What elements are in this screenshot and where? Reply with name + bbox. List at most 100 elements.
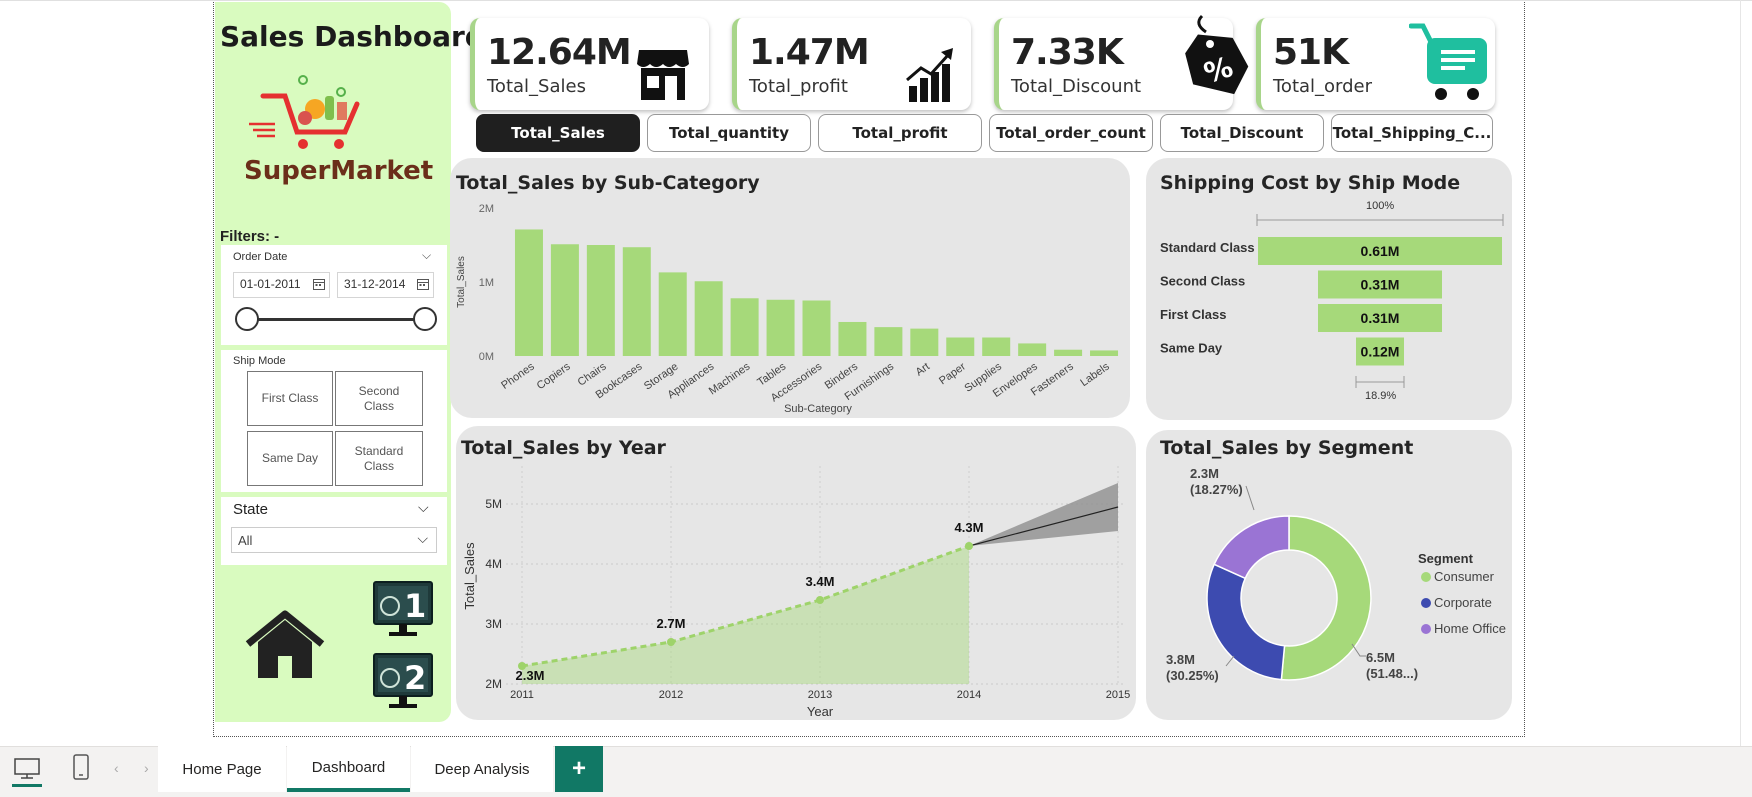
legend-marker bbox=[1421, 624, 1431, 634]
bar-copiers[interactable] bbox=[550, 244, 579, 356]
state-dropdown[interactable]: All ⌵ bbox=[231, 527, 437, 553]
desktop-layout-icon[interactable] bbox=[14, 756, 40, 782]
x-tick-label: 2011 bbox=[510, 689, 534, 701]
y-tick-label: 2M bbox=[485, 677, 502, 691]
y-tick-label: 0M bbox=[479, 351, 494, 363]
legend-marker bbox=[1421, 572, 1431, 582]
order-date-label: Order Date bbox=[233, 251, 288, 263]
supermarket-logo-icon bbox=[249, 75, 360, 149]
bar-bookcases[interactable] bbox=[622, 247, 651, 356]
subcategory-bar-chart: 0M 1M 2M Total_Sales Sub-Category PhonesCopie… bbox=[456, 203, 1119, 415]
discount-tag-icon: % bbox=[1185, 14, 1249, 95]
funnel-value-label: 0.31M bbox=[1361, 310, 1400, 326]
ship-mode-second-class[interactable]: Second Class bbox=[335, 371, 423, 426]
chevron-right-icon[interactable]: › bbox=[144, 760, 149, 776]
bar-appliances[interactable] bbox=[694, 281, 723, 356]
mobile-layout-icon[interactable] bbox=[72, 754, 90, 782]
tab-total-discount[interactable]: Total_Discount bbox=[1160, 114, 1324, 152]
segment-legend-title: Segment bbox=[1418, 551, 1473, 566]
page-tab-home-page[interactable]: Home Page bbox=[158, 746, 286, 792]
funnel-value-label: 0.12M bbox=[1361, 344, 1400, 360]
bar-phones[interactable] bbox=[514, 229, 543, 356]
funnel-category-label: Second Class bbox=[1160, 274, 1245, 289]
leader-line bbox=[1225, 655, 1235, 667]
y-axis-title: Total_Sales bbox=[456, 256, 467, 308]
legend-label: Home Office bbox=[1434, 621, 1506, 636]
kpi-value: 51K bbox=[1273, 32, 1349, 73]
bar-supplies[interactable] bbox=[982, 337, 1011, 357]
data-point[interactable] bbox=[965, 542, 973, 550]
y-tick-label: 4M bbox=[485, 557, 502, 571]
ship-mode-same-day[interactable]: Same Day bbox=[247, 431, 333, 486]
page-1-monitor-icon[interactable]: 1 bbox=[372, 580, 434, 638]
leader-line bbox=[1245, 485, 1255, 511]
bar-envelopes[interactable] bbox=[1018, 343, 1047, 356]
kpi-value: 1.47M bbox=[749, 32, 870, 73]
data-point[interactable] bbox=[816, 596, 824, 604]
page-tab-deep-analysis[interactable]: Deep Analysis bbox=[411, 746, 553, 792]
x-tick-label: Labels bbox=[1078, 360, 1112, 389]
ship-mode-standard-class[interactable]: Standard Class bbox=[335, 431, 423, 486]
bar-accessories[interactable] bbox=[802, 300, 831, 357]
x-tick-label: 2014 bbox=[957, 689, 981, 701]
chevron-down-icon[interactable]: ⌵ bbox=[422, 248, 431, 263]
area-fill bbox=[522, 546, 969, 684]
donut-data-label: 6.5M (51.48...) bbox=[1366, 650, 1418, 681]
funnel-category-label: Standard Class bbox=[1160, 240, 1255, 255]
bar-machines[interactable] bbox=[730, 298, 759, 356]
start-date-value: 01-01-2011 bbox=[240, 277, 301, 291]
forecast-band bbox=[969, 483, 1118, 546]
x-tick-label: 2015 bbox=[1106, 689, 1130, 701]
donut-slice-corporate[interactable] bbox=[1206, 563, 1286, 681]
tab-total-order-count[interactable]: Total_order_count bbox=[989, 114, 1153, 152]
chevron-left-icon[interactable]: ‹ bbox=[114, 760, 119, 776]
x-tick-label: 2013 bbox=[808, 689, 832, 701]
bar-fasteners[interactable] bbox=[1054, 349, 1083, 356]
y-tick-label: 2M bbox=[479, 203, 494, 215]
calendar-icon[interactable] bbox=[313, 277, 325, 290]
y-axis-title: Total_Sales bbox=[462, 542, 477, 610]
y-tick-label: 3M bbox=[485, 617, 502, 631]
home-icon[interactable] bbox=[244, 610, 326, 680]
donut-slice-consumer[interactable] bbox=[1280, 515, 1372, 681]
growth-chart-icon bbox=[906, 48, 953, 102]
ship-mode-first-class[interactable]: First Class bbox=[247, 371, 333, 426]
page-2-monitor-icon[interactable]: 2 bbox=[372, 652, 434, 710]
tab-total-quantity[interactable]: Total_quantity bbox=[647, 114, 811, 152]
chevron-down-icon[interactable]: ⌵ bbox=[418, 499, 429, 516]
tab-total-profit[interactable]: Total_profit bbox=[818, 114, 982, 152]
donut-slice-home-office[interactable] bbox=[1213, 515, 1290, 580]
bar-tables[interactable] bbox=[766, 299, 795, 356]
date-slider-start-handle[interactable] bbox=[235, 307, 259, 331]
funnel-value-label: 0.61M bbox=[1361, 243, 1400, 259]
page-tab-dashboard[interactable]: Dashboard bbox=[287, 746, 410, 792]
desktop-layout-indicator bbox=[12, 784, 42, 787]
bar-binders[interactable] bbox=[838, 321, 867, 356]
year-area-chart: 2M 3M 4M 5M 2011 2012 2013 2014 2015 Year Total_Sa… bbox=[462, 466, 1130, 719]
bar-chairs[interactable] bbox=[586, 245, 615, 356]
kpi-value: 7.33K bbox=[1011, 32, 1124, 73]
data-label: 3.4M bbox=[806, 574, 835, 589]
donut-data-label: 2.3M (18.27%) bbox=[1190, 466, 1243, 497]
bar-furnishings[interactable] bbox=[874, 327, 903, 356]
data-point[interactable] bbox=[667, 638, 675, 646]
kpi-label: Total_profit bbox=[749, 76, 848, 97]
chevron-down-icon: ⌵ bbox=[417, 530, 428, 546]
store-icon bbox=[637, 50, 689, 100]
add-page-button[interactable]: + bbox=[555, 746, 603, 792]
top-divider bbox=[0, 0, 1752, 1]
bar-art[interactable] bbox=[910, 328, 939, 356]
data-label: 4.3M bbox=[955, 520, 984, 535]
segment-donut-chart: 6.5M (51.48...) 3.8M (30.25%) 2.3M (18.27%) Co… bbox=[1166, 466, 1506, 683]
data-label: 2.3M bbox=[516, 668, 545, 683]
bar-labels[interactable] bbox=[1090, 350, 1119, 356]
donut-data-label: 3.8M (30.25%) bbox=[1166, 652, 1219, 683]
tab-total-shipping-cost[interactable]: Total_Shipping_C... bbox=[1331, 114, 1493, 152]
bar-storage[interactable] bbox=[658, 272, 687, 356]
calendar-icon[interactable] bbox=[417, 277, 429, 290]
kpi-card-total-sales: 12.64M Total_Sales bbox=[470, 18, 709, 110]
date-slider-end-handle[interactable] bbox=[413, 307, 437, 331]
state-value: All bbox=[238, 533, 253, 548]
tab-total-sales[interactable]: Total_Sales bbox=[476, 114, 640, 152]
bar-paper[interactable] bbox=[946, 337, 975, 357]
